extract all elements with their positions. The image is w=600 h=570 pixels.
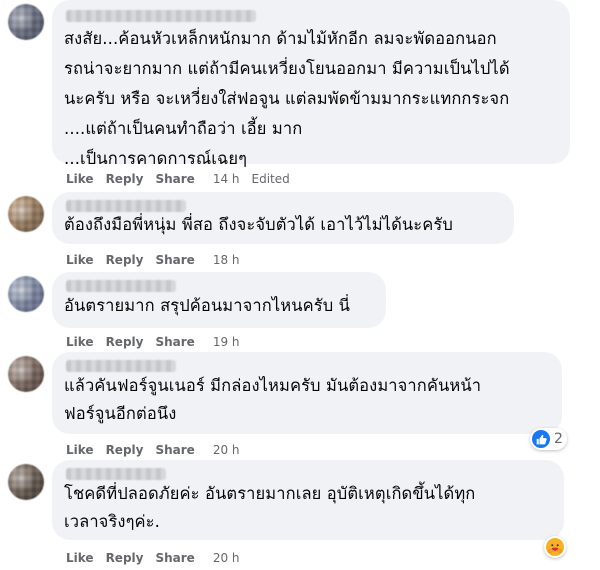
- avatar[interactable]: [8, 464, 44, 500]
- reply-button[interactable]: Reply: [106, 172, 144, 186]
- timestamp[interactable]: 20 h: [213, 551, 240, 565]
- like-button[interactable]: Like: [66, 335, 94, 349]
- reply-button[interactable]: Reply: [106, 335, 144, 349]
- share-button[interactable]: Share: [155, 335, 194, 349]
- author-name[interactable]: [66, 280, 176, 292]
- reaction-count: 2: [554, 431, 563, 447]
- comment-text: แล้วคันฟอร์จูนเนอร์ มีกล่องไหมครับ มันต้…: [64, 376, 482, 423]
- comment-bubble: อันตรายมาก สรุปค้อนมาจากไหนครับ นี่: [52, 272, 386, 328]
- comment-bubble: โชคดีที่ปลอดภัยค่ะ อันตรายมากเลย อุบัติเ…: [52, 460, 564, 540]
- author-name[interactable]: [66, 468, 166, 480]
- reply-button[interactable]: Reply: [106, 253, 144, 267]
- comment-text: ต้องถึงมือพี่หนุ่ม พี่สอ ถึงจะจับตัวได้ …: [64, 215, 453, 234]
- like-button[interactable]: Like: [66, 172, 94, 186]
- comment-actions: Like Reply Share 19 h: [66, 334, 252, 350]
- timestamp[interactable]: 19 h: [213, 335, 240, 349]
- share-button[interactable]: Share: [155, 443, 194, 457]
- like-button[interactable]: Like: [66, 253, 94, 267]
- like-button[interactable]: Like: [66, 443, 94, 457]
- timestamp[interactable]: 20 h: [213, 443, 240, 457]
- comment-text: อันตรายมาก สรุปค้อนมาจากไหนครับ นี่: [64, 296, 351, 315]
- share-button[interactable]: Share: [155, 253, 194, 267]
- edited-label[interactable]: Edited: [252, 172, 290, 186]
- avatar[interactable]: [8, 196, 44, 232]
- avatar[interactable]: [8, 276, 44, 312]
- comment-bubble: ต้องถึงมือพี่หนุ่ม พี่สอ ถึงจะจับตัวได้ …: [52, 192, 514, 244]
- comment-bubble: สงสัย...ค้อนหัวเหล็กหนักมาก ด้ามไม้หักอี…: [52, 0, 570, 168]
- timestamp[interactable]: 18 h: [213, 253, 240, 267]
- like-button[interactable]: Like: [66, 551, 94, 565]
- avatar[interactable]: [8, 356, 44, 392]
- comment-text: โชคดีที่ปลอดภัยค่ะ อันตรายมากเลย อุบัติเ…: [64, 484, 476, 531]
- avatar[interactable]: [8, 4, 44, 40]
- comment-actions: Like Reply Share 18 h: [66, 252, 252, 268]
- comment-actions: Like Reply Share 14 h Edited: [66, 171, 290, 187]
- comment-actions: Like Reply Share 20 h: [66, 442, 252, 458]
- comment-bubble: แล้วคันฟอร์จูนเนอร์ มีกล่องไหมครับ มันต้…: [52, 352, 562, 434]
- share-button[interactable]: Share: [155, 172, 194, 186]
- timestamp[interactable]: 14 h: [213, 172, 240, 186]
- share-button[interactable]: Share: [155, 551, 194, 565]
- reply-button[interactable]: Reply: [106, 551, 144, 565]
- author-name[interactable]: [66, 360, 176, 372]
- reaction-summary[interactable]: 2: [530, 428, 567, 450]
- comment-text: สงสัย...ค้อนหัวเหล็กหนักมาก ด้ามไม้หักอี…: [64, 29, 510, 168]
- author-name[interactable]: [66, 200, 186, 212]
- author-name[interactable]: [66, 10, 256, 22]
- reply-button[interactable]: Reply: [106, 443, 144, 457]
- reaction-summary[interactable]: [544, 536, 566, 558]
- care-icon: [546, 538, 564, 556]
- like-icon: [532, 430, 550, 448]
- comment-actions: Like Reply Share 20 h: [66, 550, 252, 566]
